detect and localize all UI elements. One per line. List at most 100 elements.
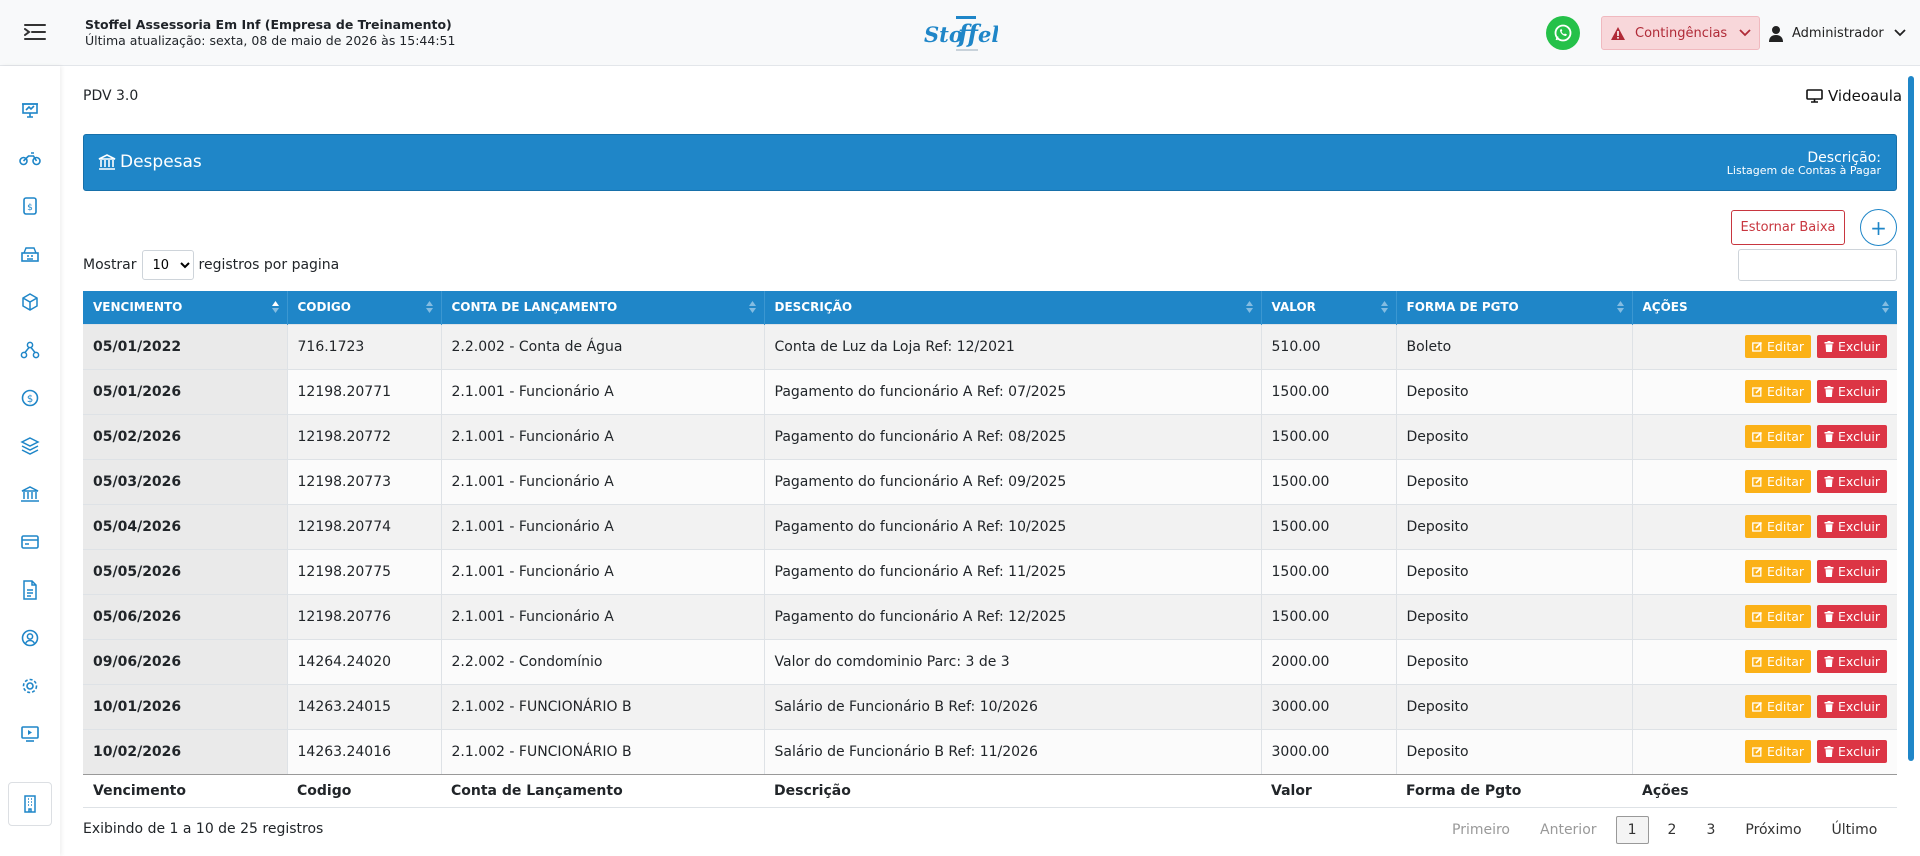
delete-button[interactable]: Excluir: [1817, 470, 1887, 493]
column-header[interactable]: FORMA DE PGTO: [1396, 291, 1633, 324]
user-menu[interactable]: Administrador: [1768, 16, 1906, 50]
column-footer: Descrição: [764, 774, 1261, 808]
chevron-down-icon: [1894, 29, 1906, 37]
column-header[interactable]: DESCRIÇÃO: [764, 291, 1262, 324]
cell-forma-pgto: Deposito: [1396, 368, 1633, 414]
column-header[interactable]: CODIGO: [287, 291, 442, 324]
cell-vencimento: 09/06/2026: [83, 638, 288, 684]
network-icon[interactable]: [19, 339, 41, 361]
edit-icon: [1752, 656, 1763, 667]
table-footer-row: Vencimento Codigo Conta de Lançamento Descr…: [83, 774, 1897, 808]
column-header[interactable]: CONTA DE LANÇAMENTO: [441, 291, 765, 324]
videoaula-link[interactable]: Videoaula: [1806, 87, 1902, 105]
cell-valor: 1500.00: [1261, 458, 1397, 504]
monitor-play-icon[interactable]: [19, 723, 41, 745]
delete-button[interactable]: Excluir: [1817, 650, 1887, 673]
page-length-control: Mostrar 102550100 registros por pagina: [83, 250, 339, 280]
edit-icon: [1752, 476, 1763, 487]
delete-button[interactable]: Excluir: [1817, 335, 1887, 358]
delete-button[interactable]: Excluir: [1817, 695, 1887, 718]
dollar-circle-icon[interactable]: $: [19, 387, 41, 409]
page-title-text: Despesas: [120, 152, 202, 172]
trash-icon: [1824, 566, 1834, 577]
delete-label: Excluir: [1838, 564, 1880, 579]
money-bill-icon[interactable]: $: [19, 195, 41, 217]
column-header[interactable]: AÇÕES: [1632, 291, 1897, 324]
table-row: 05/01/2026 12198.20771 2.1.001 - Funcionár…: [83, 368, 1897, 414]
column-footer: Forma de Pgto: [1396, 774, 1632, 808]
page-last[interactable]: Último: [1832, 822, 1878, 838]
whatsapp-icon: [1554, 24, 1572, 42]
cell-valor: 510.00: [1261, 323, 1397, 369]
cell-forma-pgto: Deposito: [1396, 413, 1633, 459]
whatsapp-button[interactable]: [1546, 16, 1580, 50]
gear-icon[interactable]: [19, 675, 41, 697]
cell-conta: 2.1.001 - Funcionário A: [441, 503, 765, 549]
page-3[interactable]: 3: [1706, 822, 1715, 838]
presentation-icon[interactable]: [19, 99, 41, 121]
edit-button[interactable]: Editar: [1745, 515, 1812, 538]
cell-descricao: Pagamento do funcionário A Ref: 08/2025: [764, 413, 1262, 459]
layers-icon[interactable]: [19, 435, 41, 457]
cell-conta: 2.2.002 - Conta de Água: [441, 323, 765, 369]
user-circle-icon[interactable]: [19, 627, 41, 649]
delete-button[interactable]: Excluir: [1817, 560, 1887, 583]
document-icon[interactable]: [19, 579, 41, 601]
delete-button[interactable]: Excluir: [1817, 605, 1887, 628]
table-row: 05/03/2026 12198.20773 2.1.001 - Funcionár…: [83, 458, 1897, 504]
cell-valor: 2000.00: [1261, 638, 1397, 684]
edit-button[interactable]: Editar: [1745, 605, 1812, 628]
cell-forma-pgto: Deposito: [1396, 548, 1633, 594]
credit-card-icon[interactable]: [19, 531, 41, 553]
column-header[interactable]: VENCIMENTO: [83, 291, 288, 324]
bank-icon[interactable]: [19, 483, 41, 505]
cell-conta: 2.1.001 - Funcionário A: [441, 548, 765, 594]
page-previous[interactable]: Anterior: [1540, 822, 1597, 838]
page-1[interactable]: 1: [1615, 816, 1649, 844]
search-input[interactable]: [1738, 249, 1897, 281]
edit-icon: [1752, 431, 1763, 442]
edit-button[interactable]: Editar: [1745, 650, 1812, 673]
edit-button[interactable]: Editar: [1745, 470, 1812, 493]
delete-button[interactable]: Excluir: [1817, 740, 1887, 763]
edit-button[interactable]: Editar: [1745, 740, 1812, 763]
column-header[interactable]: VALOR: [1261, 291, 1397, 324]
motorcycle-icon[interactable]: [19, 147, 41, 169]
add-button[interactable]: +: [1860, 209, 1897, 246]
building-button[interactable]: [8, 782, 52, 826]
delete-button[interactable]: Excluir: [1817, 425, 1887, 448]
column-footer: Ações: [1632, 774, 1897, 808]
edit-button[interactable]: Editar: [1745, 335, 1812, 358]
cell-descricao: Valor do comdominio Parc: 3 de 3: [764, 638, 1262, 684]
page-size-select[interactable]: 102550100: [141, 250, 194, 280]
delete-button[interactable]: Excluir: [1817, 380, 1887, 403]
table-info: Exibindo de 1 a 10 de 25 registros: [83, 821, 324, 837]
box-icon[interactable]: [19, 291, 41, 313]
estornar-baixa-button[interactable]: Estornar Baixa: [1731, 210, 1845, 245]
edit-button[interactable]: Editar: [1745, 425, 1812, 448]
cell-vencimento: 05/05/2026: [83, 548, 288, 594]
edit-button[interactable]: Editar: [1745, 560, 1812, 583]
user-icon: [1769, 25, 1783, 42]
cash-register-icon[interactable]: [19, 243, 41, 265]
edit-icon: [1752, 611, 1763, 622]
page-first[interactable]: Primeiro: [1452, 822, 1510, 838]
delete-label: Excluir: [1838, 609, 1880, 624]
menu-toggle-icon[interactable]: [24, 23, 46, 41]
user-name: Administrador: [1792, 25, 1884, 41]
edit-button[interactable]: Editar: [1745, 695, 1812, 718]
cell-codigo: 12198.20772: [287, 413, 442, 459]
edit-button[interactable]: Editar: [1745, 380, 1812, 403]
contingency-dropdown[interactable]: Contingências: [1601, 16, 1760, 50]
page-next[interactable]: Próximo: [1745, 822, 1801, 838]
page-2[interactable]: 2: [1668, 822, 1677, 838]
cell-descricao: Pagamento do funcionário A Ref: 10/2025: [764, 503, 1262, 549]
edit-label: Editar: [1767, 519, 1805, 534]
delete-button[interactable]: Excluir: [1817, 515, 1887, 538]
scrollbar-thumb[interactable]: [1908, 76, 1914, 761]
delete-label: Excluir: [1838, 699, 1880, 714]
delete-label: Excluir: [1838, 339, 1880, 354]
delete-label: Excluir: [1838, 744, 1880, 759]
cell-conta: 2.1.001 - Funcionário A: [441, 458, 765, 504]
cell-valor: 1500.00: [1261, 368, 1397, 414]
